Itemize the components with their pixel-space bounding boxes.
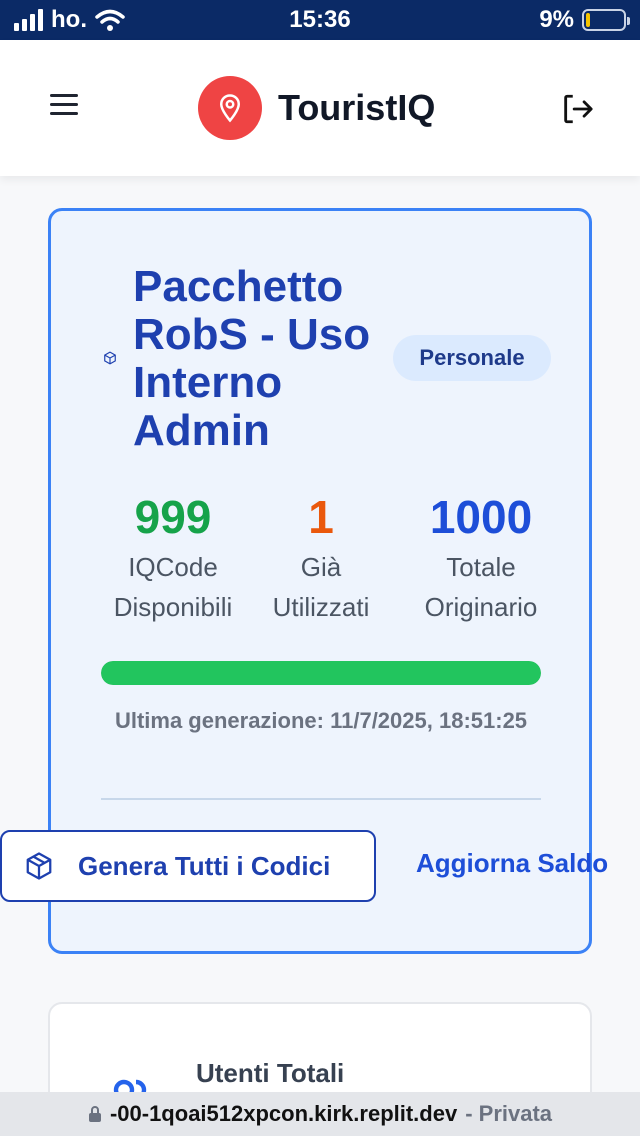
private-mode-label: - Privata <box>465 1101 553 1126</box>
generate-codes-label: Genera Tutti i Codici <box>78 850 331 881</box>
progress-fill <box>101 661 541 685</box>
generate-codes-button[interactable]: Genera Tutti i Codici <box>0 830 376 902</box>
battery-percent: 9% <box>539 6 574 33</box>
package-icon <box>26 852 52 880</box>
stat-label: Totale Originario <box>424 552 538 622</box>
hamburger-icon[interactable] <box>50 94 78 118</box>
package-title: Pacchetto RobS - Uso Interno Admin <box>133 262 371 455</box>
battery-icon <box>582 9 630 31</box>
lock-icon <box>88 1106 101 1122</box>
users-total-label: Utenti Totali <box>196 1058 345 1088</box>
status-right: 9% <box>539 6 630 34</box>
stat-value: 1 <box>308 491 334 543</box>
browser-url-bar[interactable]: -00-1qoai512xpcon.kirk.replit.dev - Priv… <box>0 1092 640 1136</box>
stat-available: 999 IQCode Disponibili <box>101 491 245 627</box>
stat-label: Già Utilizzati <box>272 552 370 622</box>
stat-used: 1 Già Utilizzati <box>259 491 383 627</box>
app-name: TouristIQ <box>278 87 436 128</box>
last-generation-text: Ultima generazione: 11/7/2025, 18:51:25 <box>114 708 528 733</box>
logout-icon[interactable] <box>560 92 594 126</box>
map-pin-icon <box>198 76 262 140</box>
package-type-badge: Personale <box>393 335 551 381</box>
stat-value: 1000 <box>429 491 533 543</box>
refresh-balance-button[interactable]: Aggiorna Saldo <box>416 848 608 879</box>
app-header: TouristIQ <box>0 40 640 176</box>
brand: TouristIQ <box>198 76 435 140</box>
url-text: -00-1qoai512xpcon.kirk.replit.dev <box>109 1101 458 1126</box>
usage-progress-bar <box>101 661 541 685</box>
package-icon <box>104 351 116 365</box>
status-bar: ho. 15:36 9% <box>0 0 640 40</box>
stat-total: 1000 Totale Originario <box>411 491 551 627</box>
stat-value: 999 <box>134 491 212 543</box>
stat-label: IQCode Disponibili <box>113 552 233 622</box>
divider <box>101 798 541 800</box>
